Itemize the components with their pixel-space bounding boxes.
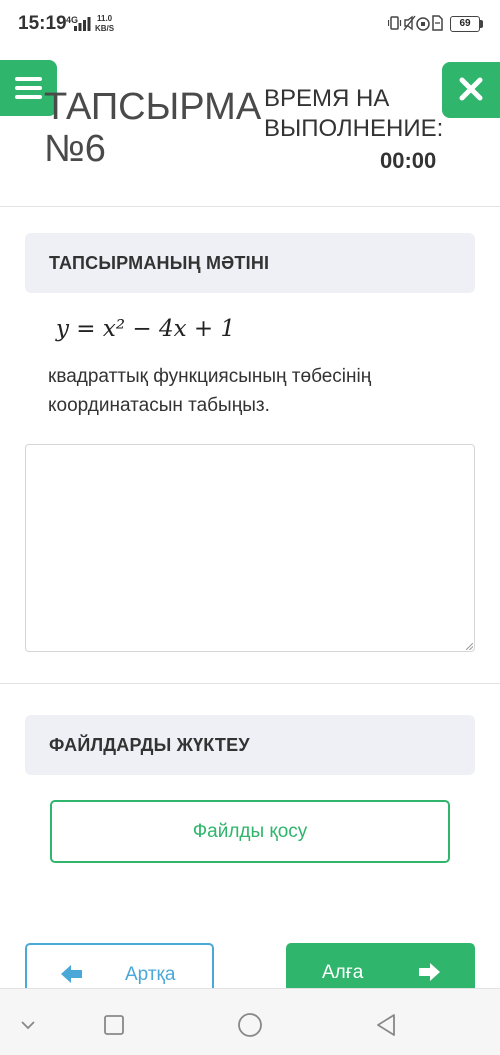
- hamburger-menu-icon: [15, 95, 42, 99]
- mute-icon: [403, 15, 416, 31]
- task-page: 15:19 4G 11.0 KB/S 69 ТАПСЫРМА №6 ВРЕМЯ …: [0, 0, 500, 1055]
- arrow-right-icon: [419, 963, 440, 981]
- timer-value: 00:00: [380, 148, 437, 173]
- status-time: 15:19: [18, 13, 67, 34]
- back-label: Артқа: [125, 964, 176, 985]
- task-formula: y = x² − 4x + 1: [56, 316, 236, 342]
- task-text-header: ТАПСЫРМАНЫҢ МӘТІНІ: [25, 233, 475, 293]
- hamburger-menu-icon: [15, 86, 42, 90]
- task-text-heading: ТАПСЫРМАНЫҢ МӘТІНІ: [49, 253, 270, 273]
- files-heading: ФАЙЛДАРДЫ ЖҮКТЕУ: [49, 735, 250, 755]
- vibrate-icon: [388, 16, 402, 30]
- arrow-left-icon: [61, 965, 82, 983]
- hamburger-menu-icon: [15, 77, 42, 81]
- battery-tip: [480, 20, 483, 28]
- battery-icon: 69: [450, 16, 480, 32]
- header-divider: [0, 206, 500, 207]
- next-label: Алға: [322, 962, 364, 983]
- task-text: квадраттық функциясының төбесінің коорди…: [48, 366, 372, 416]
- task-title: ТАПСЫРМА №6: [44, 86, 262, 170]
- signal-icon: [74, 17, 91, 31]
- android-nav-bar: [0, 988, 500, 1055]
- down-chevron-icon[interactable]: [14, 1011, 42, 1039]
- add-file-button[interactable]: Файлды қосу: [50, 800, 450, 863]
- time-label: ВРЕМЯ НА ВЫПОЛНЕНИЕ:: [264, 85, 444, 142]
- status-bar: 15:19 4G 11.0 KB/S 69: [0, 0, 500, 52]
- speed-unit: KB/S: [95, 24, 115, 33]
- files-header: ФАЙЛДАРДЫ ЖҮКТЕУ: [25, 715, 475, 775]
- resize-grip-icon[interactable]: [466, 643, 473, 650]
- section-divider: [0, 683, 500, 684]
- sim-icon: [432, 15, 443, 31]
- status-icons: [388, 15, 443, 31]
- circle-home-icon[interactable]: [236, 1011, 264, 1039]
- alarm-icon: [416, 17, 430, 31]
- triangle-back-icon[interactable]: [372, 1011, 400, 1039]
- speed-value: 11.0: [96, 14, 113, 23]
- network-speed: 11.0 KB/S: [95, 14, 114, 34]
- square-recents-icon[interactable]: [100, 1011, 128, 1039]
- answer-input[interactable]: [25, 444, 475, 652]
